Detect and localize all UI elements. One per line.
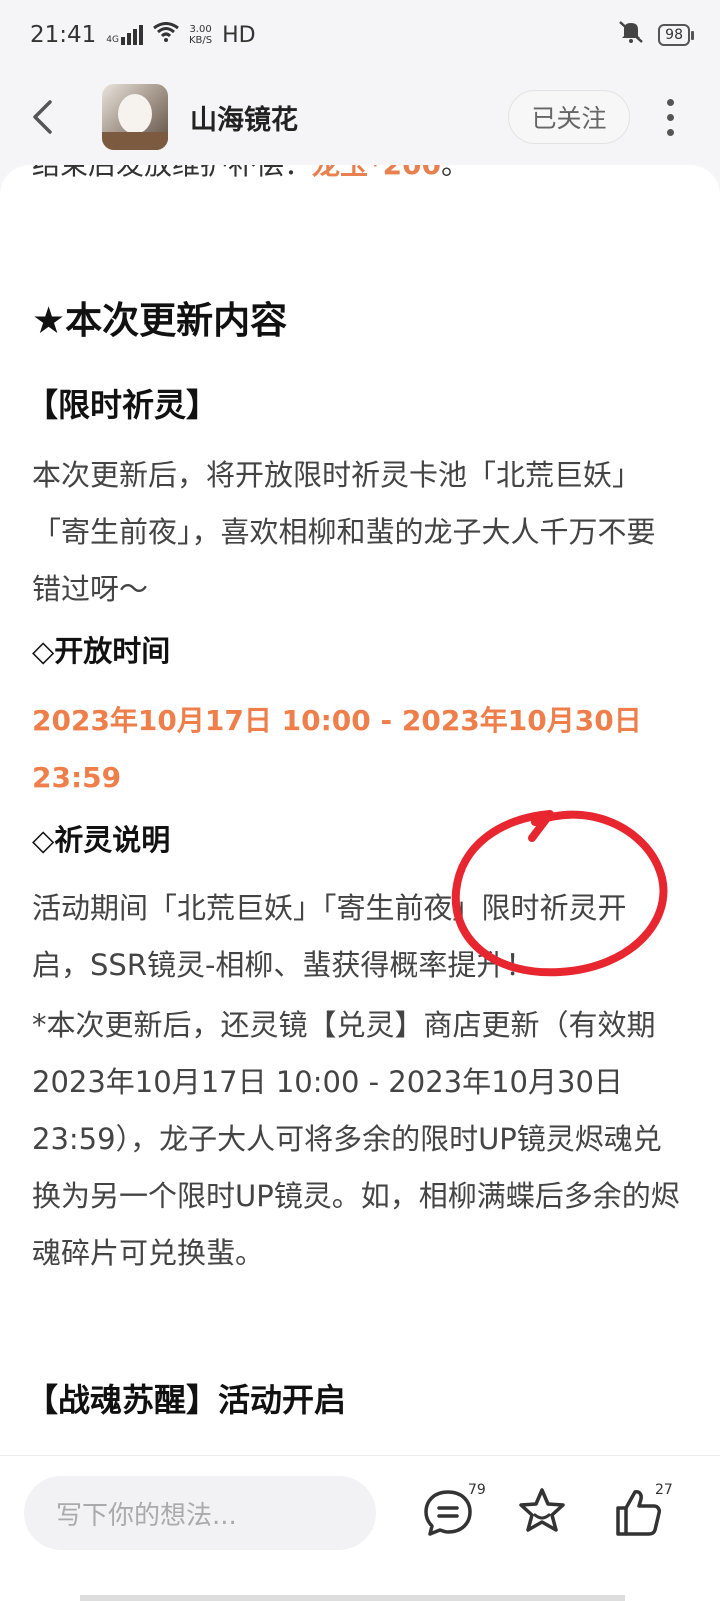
pray-desc-2: *本次更新后，还灵镜【兑灵】商店更新（有效期2023年10月17日 10:00 … xyxy=(32,1008,680,1270)
star-icon xyxy=(519,1488,565,1532)
signal-icon: 4G xyxy=(106,25,143,45)
open-time-range: 2023年10月17日 10:00 - 2023年10月30日 23:59 xyxy=(32,704,642,794)
back-icon xyxy=(33,100,52,134)
wifi-icon xyxy=(153,22,179,48)
bottom-action-bar: 写下你的想法... 79 27 xyxy=(0,1455,720,1601)
home-indicator[interactable] xyxy=(80,1595,625,1601)
pray-desc-heading: ◇祈灵说明 xyxy=(32,823,171,857)
speed-value: 3.00 xyxy=(189,24,212,35)
comment-count: 79 xyxy=(468,1482,486,1498)
next-section-title: 【战魂苏醒】活动开启 xyxy=(26,1381,347,1419)
more-icon[interactable] xyxy=(650,98,690,136)
status-right: 98 xyxy=(618,20,694,50)
follow-button[interactable]: 已关注 xyxy=(508,90,630,144)
compensation-suffix: 。 xyxy=(441,165,469,181)
status-left: 21:41 4G 3.00 KB/S HD xyxy=(30,22,256,48)
speed-unit: KB/S xyxy=(189,35,213,46)
battery-icon: 98 xyxy=(658,24,694,46)
status-time: 21:41 xyxy=(30,22,97,48)
network-label: 4G xyxy=(106,35,119,45)
red-annotation-circle xyxy=(451,810,668,977)
mute-icon xyxy=(618,20,644,50)
favorite-button[interactable] xyxy=(512,1482,572,1542)
open-time-heading: ◇开放时间 xyxy=(32,634,171,668)
status-bar: 21:41 4G 3.00 KB/S HD 98 xyxy=(0,0,720,70)
top-nav: 山海镜花 已关注 xyxy=(0,72,720,162)
comment-input[interactable]: 写下你的想法... xyxy=(24,1476,376,1550)
back-button[interactable] xyxy=(30,87,80,147)
limited-pray-intro: 本次更新后，将开放限时祈灵卡池「北荒巨妖」「寄生前夜」，喜欢相柳和蜚的龙子大人千… xyxy=(32,458,656,606)
page-title[interactable]: 山海镜花 xyxy=(190,98,298,137)
hd-label: HD xyxy=(222,22,256,48)
compensation-highlight: 龙玉*200 xyxy=(312,165,441,181)
compensation-line: 结束后发放维护补偿：龙玉*200。 xyxy=(32,165,469,183)
section-title: ★本次更新内容 xyxy=(32,299,288,342)
article-card: 结束后发放维护补偿：龙玉*200。 ★本次更新内容 【限时祈灵】 本次更新后，将… xyxy=(0,165,720,1455)
network-speed: 3.00 KB/S xyxy=(189,24,212,46)
like-count: 27 xyxy=(655,1482,673,1498)
app-avatar[interactable] xyxy=(102,84,168,150)
limited-pray-title: 【限时祈灵】 xyxy=(26,386,219,424)
compensation-text: 结束后发放维护补偿： xyxy=(32,165,312,181)
